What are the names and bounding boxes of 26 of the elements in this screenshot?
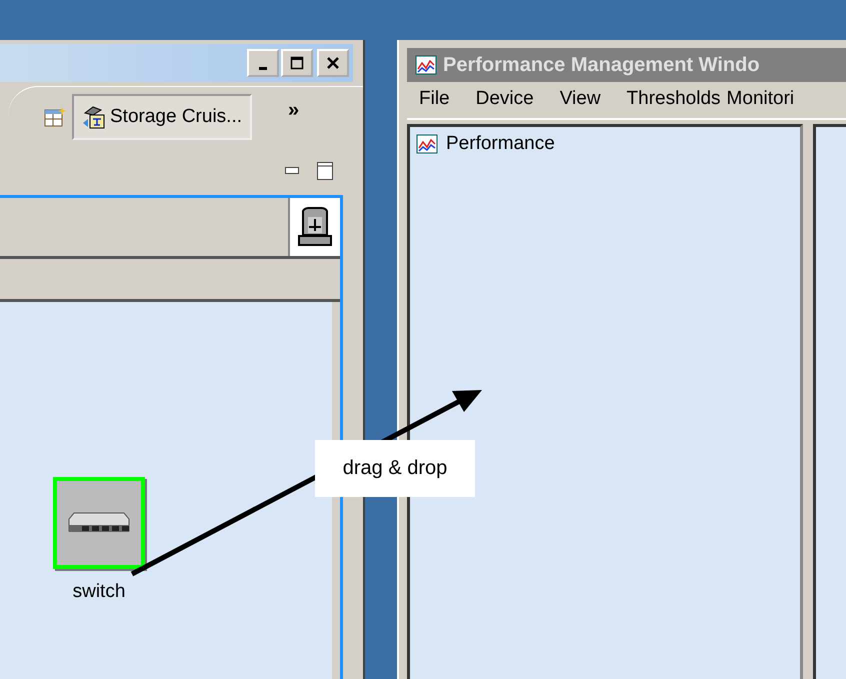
close-button[interactable]	[317, 49, 349, 77]
minimize-icon[interactable]	[285, 167, 299, 175]
server-icon[interactable]	[298, 207, 332, 247]
menu-item[interactable]: File	[419, 88, 450, 118]
switch-node[interactable]	[53, 477, 145, 569]
chart-icon	[416, 134, 438, 154]
close-icon	[326, 56, 340, 70]
window-title: Performance Management Windo	[443, 54, 760, 76]
maximize-button[interactable]	[281, 49, 313, 77]
menu-item[interactable]: Thresholds	[626, 88, 721, 118]
minimize-icon	[259, 66, 267, 70]
new-view-icon[interactable]	[44, 106, 66, 128]
chart-icon	[415, 55, 437, 75]
menu-item[interactable]: Device	[476, 88, 534, 118]
minimize-button[interactable]	[247, 49, 279, 77]
menu-item[interactable]: View	[560, 88, 601, 118]
perspective-tab[interactable]: Storage Cruis...	[72, 94, 252, 140]
tree-item[interactable]: Performance	[416, 133, 794, 155]
node-label: switch	[72, 581, 126, 603]
maximize-icon[interactable]	[317, 162, 333, 180]
network-switch-icon	[68, 512, 130, 534]
menu-item[interactable]: Monitori	[726, 88, 794, 118]
storage-icon	[82, 105, 106, 129]
maximize-icon	[290, 56, 304, 70]
more-tabs-chevron[interactable]: »	[288, 98, 300, 122]
drag-drop-callout: drag & drop	[315, 440, 475, 497]
